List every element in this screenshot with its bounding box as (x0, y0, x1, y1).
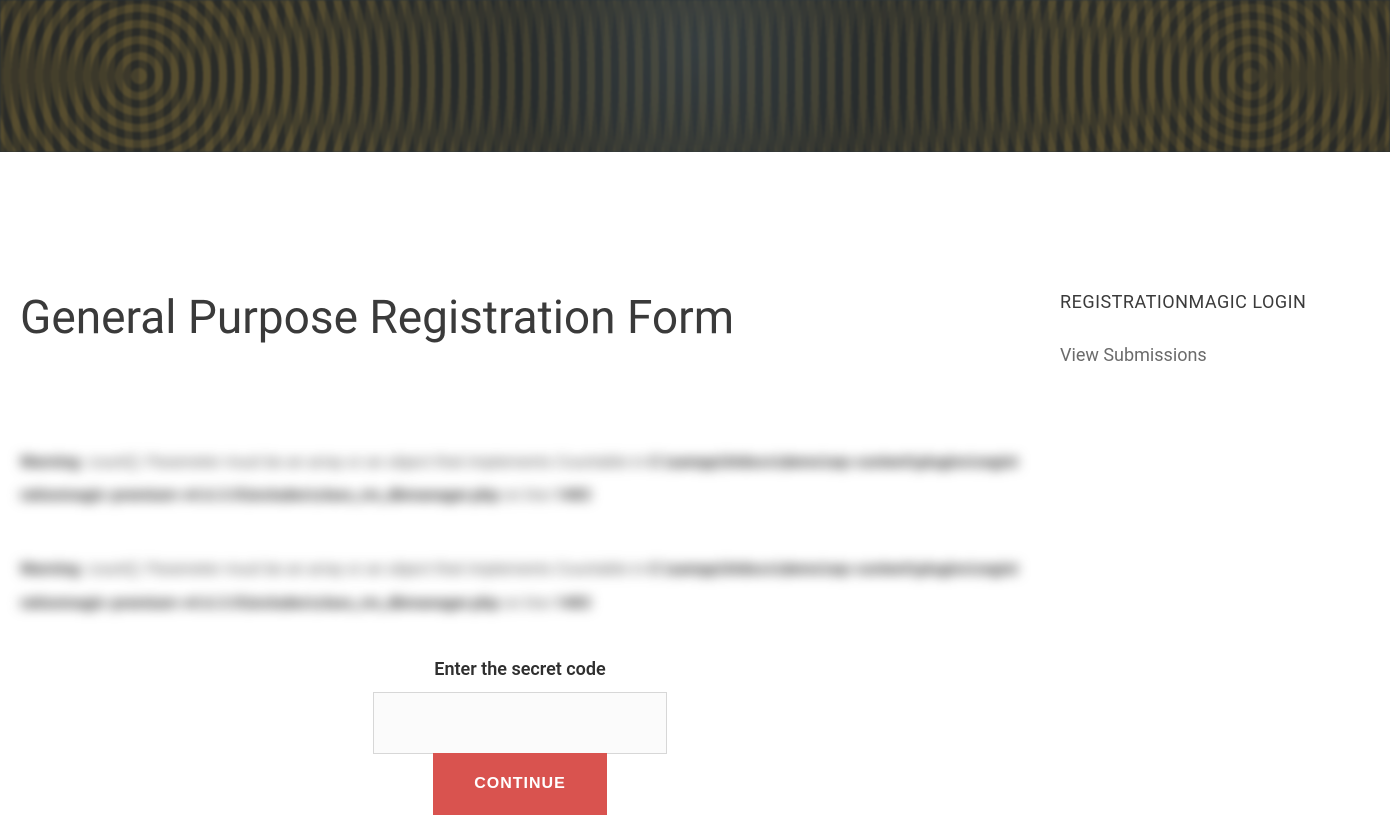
continue-button[interactable]: CONTINUE (433, 753, 607, 815)
php-warning-2: Warning: count(): Parameter must be an a… (20, 552, 1020, 619)
warning-line-number: 1483 (554, 593, 591, 612)
secret-code-form: Enter the secret code CONTINUE (373, 659, 667, 816)
warning-prefix: Warning (20, 559, 79, 578)
warning-line-number: 1483 (554, 485, 591, 504)
secret-code-input[interactable] (373, 692, 667, 754)
warning-suffix: on line (499, 593, 554, 612)
warning-message: : count(): Parameter must be an array or… (79, 452, 648, 471)
sidebar-link-view-submissions[interactable]: View Submissions (1060, 345, 1370, 366)
warning-suffix: on line (499, 485, 554, 504)
content-container: General Purpose Registration Form Warnin… (0, 152, 1390, 816)
warning-message: : count(): Parameter must be an array or… (79, 559, 648, 578)
php-warning-1: Warning: count(): Parameter must be an a… (20, 445, 1020, 512)
sidebar: REGISTRATIONMAGIC LOGIN View Submissions (1060, 152, 1370, 816)
main-column: General Purpose Registration Form Warnin… (20, 152, 1060, 816)
warning-path: C:\xampp\htdocs\demo\wp-content\plugins\… (20, 452, 1018, 505)
secret-code-label: Enter the secret code (373, 659, 667, 680)
page-title: General Purpose Registration Form (20, 292, 1020, 345)
hero-banner (0, 0, 1390, 152)
warning-path: C:\xampp\htdocs\demo\wp-content\plugins\… (20, 559, 1018, 612)
sidebar-title: REGISTRATIONMAGIC LOGIN (1060, 292, 1370, 313)
warning-prefix: Warning (20, 452, 79, 471)
